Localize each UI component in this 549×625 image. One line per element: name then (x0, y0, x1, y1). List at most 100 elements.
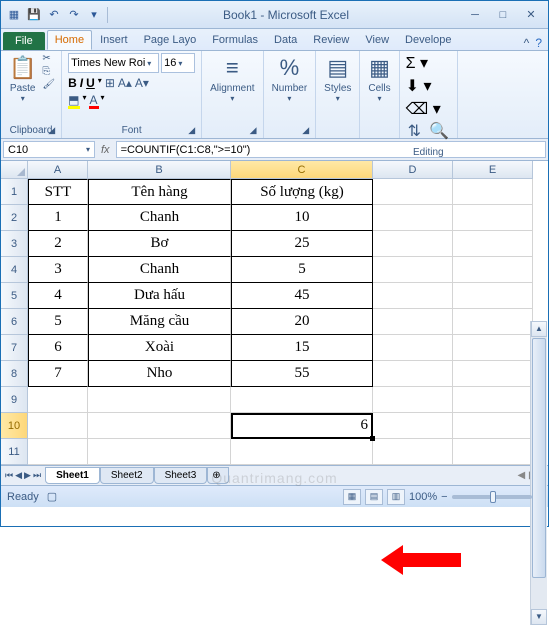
cell-d7[interactable] (373, 335, 453, 361)
italic-button[interactable]: I (80, 76, 83, 90)
cell-b2[interactable]: Chanh (88, 205, 231, 231)
cell-a4[interactable]: 3 (28, 257, 88, 283)
cell-c5[interactable]: 45 (231, 283, 373, 309)
undo-icon[interactable]: ↶ (45, 6, 63, 24)
cell-d9[interactable] (373, 387, 453, 413)
cell-b1[interactable]: Tên hàng (88, 179, 231, 205)
clipboard-dialog-icon[interactable]: ◢ (48, 125, 55, 136)
cell-e11[interactable] (453, 439, 533, 465)
shrink-font-icon[interactable]: A▾ (135, 76, 149, 90)
row-header-11[interactable]: 11 (1, 439, 28, 465)
cell-c3[interactable]: 25 (231, 231, 373, 257)
cell-d6[interactable] (373, 309, 453, 335)
tab-formulas[interactable]: Formulas (204, 30, 266, 50)
cell-d10[interactable] (373, 413, 453, 439)
row-header-7[interactable]: 7 (1, 335, 28, 361)
col-header-d[interactable]: D (373, 161, 453, 179)
cell-e7[interactable] (453, 335, 533, 361)
cell-b6[interactable]: Măng cầu (88, 309, 231, 335)
border-button[interactable]: ⊞ (105, 76, 115, 90)
minimize-button[interactable]: ─ (462, 6, 488, 24)
row-header-4[interactable]: 4 (1, 257, 28, 283)
close-button[interactable]: ✕ (518, 6, 544, 24)
font-name-dropdown[interactable]: Times New Roi▾ (68, 53, 159, 73)
cell-a9[interactable] (28, 387, 88, 413)
cell-c1[interactable]: Số lượng (kg) (231, 179, 373, 205)
customize-qat-icon[interactable]: ▾ (85, 6, 103, 24)
cell-e1[interactable] (453, 179, 533, 205)
alignment-button[interactable]: ≡Alignment▾ (208, 53, 256, 105)
font-size-dropdown[interactable]: 16▾ (161, 53, 195, 73)
view-page-layout-button[interactable]: ▤ (365, 489, 383, 505)
help-icon[interactable]: ? (535, 36, 542, 50)
cell-b7[interactable]: Xoài (88, 335, 231, 361)
cell-e4[interactable] (453, 257, 533, 283)
cell-a7[interactable]: 6 (28, 335, 88, 361)
name-box[interactable]: C10▾ (3, 141, 95, 158)
row-header-5[interactable]: 5 (1, 283, 28, 309)
cells-button[interactable]: ▦Cells▾ (366, 53, 392, 105)
minimize-ribbon-icon[interactable]: ^ (524, 36, 530, 50)
col-header-b[interactable]: B (88, 161, 231, 179)
row-header-3[interactable]: 3 (1, 231, 28, 257)
col-header-a[interactable]: A (28, 161, 88, 179)
cell-c11[interactable] (231, 439, 373, 465)
cell-b9[interactable] (88, 387, 231, 413)
sheet-tab-1[interactable]: Sheet1 (45, 467, 100, 484)
cell-c8[interactable]: 55 (231, 361, 373, 387)
cell-b4[interactable]: Chanh (88, 257, 231, 283)
sheet-nav-prev-icon[interactable]: ◀ (15, 470, 22, 481)
formula-input[interactable]: =COUNTIF(C1:C8,">=10") (116, 141, 546, 158)
row-header-10[interactable]: 10 (1, 413, 28, 439)
cell-a10[interactable] (28, 413, 88, 439)
scroll-down-button[interactable]: ▼ (531, 609, 547, 625)
cell-b11[interactable] (88, 439, 231, 465)
sheet-nav-last-icon[interactable]: ⏭ (33, 470, 41, 481)
scroll-up-button[interactable]: ▲ (531, 321, 547, 337)
row-header-1[interactable]: 1 (1, 179, 28, 205)
sheet-tab-3[interactable]: Sheet3 (154, 467, 208, 484)
cell-e10[interactable] (453, 413, 533, 439)
view-page-break-button[interactable]: ▥ (387, 489, 405, 505)
cell-e3[interactable] (453, 231, 533, 257)
format-painter-icon[interactable]: 🖌 (42, 79, 55, 90)
cell-c6[interactable]: 20 (231, 309, 373, 335)
number-button[interactable]: %Number▾ (270, 53, 310, 105)
clear-icon[interactable]: ⌫ ▾ (406, 99, 441, 119)
select-all-corner[interactable] (1, 161, 28, 179)
cell-c2[interactable]: 10 (231, 205, 373, 231)
row-header-2[interactable]: 2 (1, 205, 28, 231)
row-header-6[interactable]: 6 (1, 309, 28, 335)
tab-home[interactable]: Home (47, 30, 92, 50)
cut-icon[interactable]: ✂ (42, 53, 55, 64)
row-header-8[interactable]: 8 (1, 361, 28, 387)
cell-e9[interactable] (453, 387, 533, 413)
tab-page-layout[interactable]: Page Layo (136, 30, 205, 50)
cell-a11[interactable] (28, 439, 88, 465)
tab-insert[interactable]: Insert (92, 30, 136, 50)
cell-a5[interactable]: 4 (28, 283, 88, 309)
zoom-level[interactable]: 100% (409, 491, 437, 503)
cell-c9[interactable] (231, 387, 373, 413)
tab-view[interactable]: View (357, 30, 397, 50)
view-normal-button[interactable]: ▦ (343, 489, 361, 505)
tab-review[interactable]: Review (305, 30, 357, 50)
paste-button[interactable]: 📋 Paste ▾ (7, 53, 38, 105)
font-color-button[interactable]: A (89, 93, 97, 107)
font-dialog-icon[interactable]: ◢ (188, 125, 195, 136)
cell-e8[interactable] (453, 361, 533, 387)
underline-button[interactable]: U (86, 76, 95, 90)
cell-d11[interactable] (373, 439, 453, 465)
cell-d3[interactable] (373, 231, 453, 257)
grow-font-icon[interactable]: A▴ (118, 76, 132, 90)
cell-e2[interactable] (453, 205, 533, 231)
macro-record-icon[interactable]: ▢ (47, 490, 57, 503)
cell-b5[interactable]: Dưa hấu (88, 283, 231, 309)
cell-e5[interactable] (453, 283, 533, 309)
col-header-c[interactable]: C (231, 161, 373, 179)
tab-developer[interactable]: Develope (397, 30, 459, 50)
cell-a1[interactable]: STT (28, 179, 88, 205)
fx-icon[interactable]: fx (101, 144, 110, 156)
cell-c10[interactable]: 6 (231, 413, 373, 439)
tab-file[interactable]: File (3, 32, 45, 50)
